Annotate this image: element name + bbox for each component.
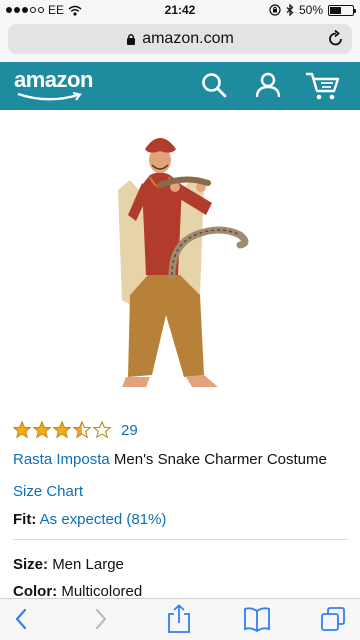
star-full-icon	[33, 421, 51, 439]
size-label: Size:	[13, 556, 49, 573]
size-chart-link[interactable]: Size Chart	[13, 483, 83, 500]
site-header: amazon	[0, 62, 360, 110]
reload-icon[interactable]	[328, 30, 344, 48]
forward-icon[interactable]	[90, 607, 110, 631]
star-full-icon	[53, 421, 71, 439]
url-field[interactable]: amazon.com	[8, 24, 352, 54]
orientation-lock-icon	[269, 4, 281, 16]
browser-address-area: amazon.com	[0, 20, 360, 62]
bluetooth-icon	[286, 4, 294, 16]
battery-icon	[328, 4, 356, 16]
account-icon[interactable]	[254, 71, 282, 99]
search-icon[interactable]	[200, 71, 228, 99]
product-image[interactable]	[100, 125, 260, 400]
amazon-logo[interactable]: amazon	[14, 67, 93, 93]
status-right: 50%	[269, 3, 356, 17]
divider	[13, 539, 348, 540]
tabs-icon[interactable]	[320, 606, 346, 632]
status-bar: EE 21:42 50%	[0, 0, 360, 20]
cart-icon[interactable]	[305, 71, 341, 101]
star-half-icon	[73, 421, 91, 439]
product-title-row: Rasta Imposta Men's Snake Charmer Costum…	[13, 451, 348, 468]
amazon-smile-icon	[17, 92, 82, 101]
url-display[interactable]: amazon.com	[8, 30, 352, 48]
lock-icon	[127, 33, 136, 45]
battery-level	[330, 6, 341, 14]
size-selector[interactable]: Size: Men Large	[13, 556, 124, 573]
url-text: amazon.com	[142, 30, 234, 47]
back-icon[interactable]	[12, 607, 32, 631]
battery-percentage: 50%	[298, 3, 323, 17]
fit-value-link[interactable]: As expected (81%)	[40, 511, 167, 528]
rating-count[interactable]: 29	[121, 422, 138, 439]
browser-toolbar	[0, 598, 360, 640]
bookmarks-icon[interactable]	[243, 606, 271, 632]
fit-row: Fit: As expected (81%)	[13, 511, 166, 528]
product-title: Men's Snake Charmer Costume	[113, 451, 327, 468]
size-value: Men Large	[52, 556, 124, 573]
fit-label: Fit:	[13, 511, 37, 528]
brand-link[interactable]: Rasta Imposta	[13, 451, 110, 468]
share-icon[interactable]	[166, 604, 192, 634]
star-empty-icon	[93, 421, 111, 439]
rating-row[interactable]: 29	[13, 421, 138, 439]
star-full-icon	[13, 421, 31, 439]
star-rating	[13, 421, 111, 439]
